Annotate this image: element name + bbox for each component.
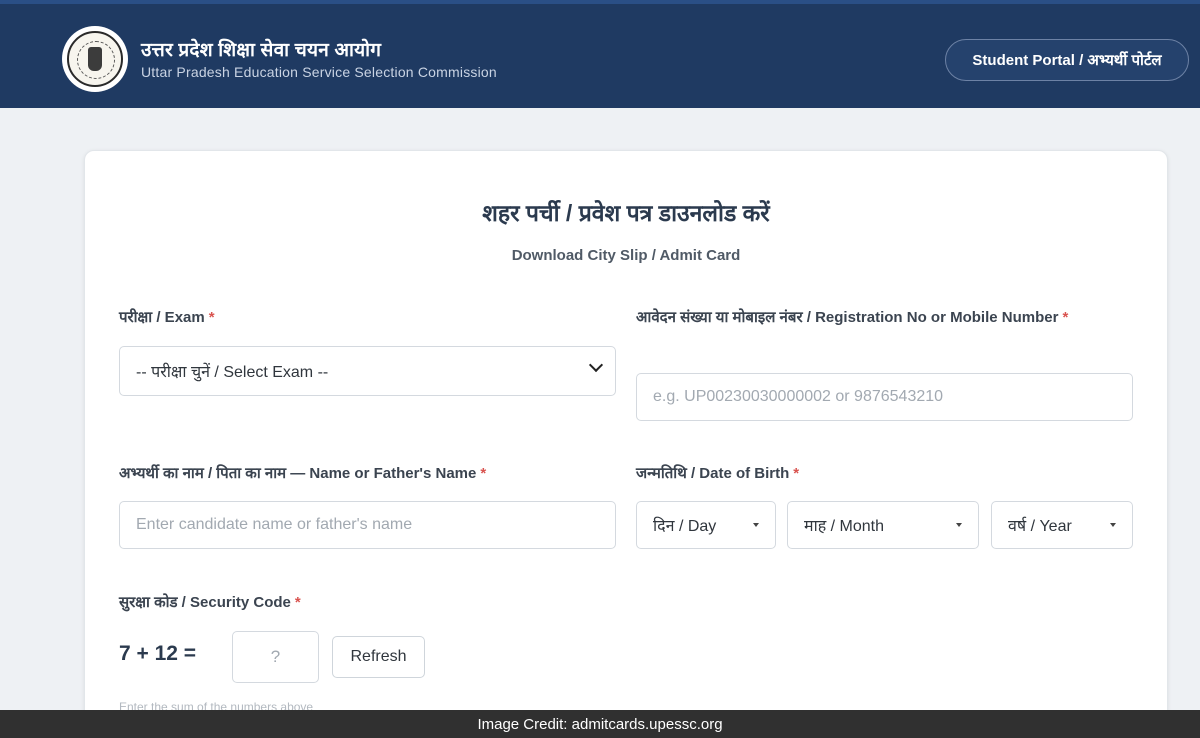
captcha-placeholder: ? <box>270 647 281 666</box>
dob-label-text: जन्मतिथि / Date of Birth <box>636 465 790 482</box>
caret-down-icon <box>956 523 962 527</box>
caret-down-icon <box>753 523 759 527</box>
emblem-icon <box>67 31 123 87</box>
dob-year-value: वर्ष / Year <box>1008 518 1072 535</box>
exam-label: परीक्षा / Exam * <box>119 305 215 331</box>
required-mark: * <box>793 465 800 482</box>
required-mark: * <box>1062 309 1069 326</box>
form-title-english: Download City Slip / Admit Card <box>511 247 741 264</box>
dob-day-select[interactable]: दिन / Day <box>636 501 776 549</box>
refresh-captcha-button[interactable]: Refresh <box>332 636 425 678</box>
site-header: उत्तर प्रदेश शिक्षा सेवा चयन आयोग Uttar … <box>0 0 1200 108</box>
name-placeholder: Enter candidate name or father's name <box>136 516 413 533</box>
org-name-english: Uttar Pradesh Education Service Selectio… <box>141 64 497 80</box>
dob-month-select[interactable]: माह / Month <box>787 501 979 549</box>
dob-month-value: माह / Month <box>804 518 885 535</box>
exam-label-text: परीक्षा / Exam <box>119 309 205 326</box>
captcha-question: 7 + 12 = <box>119 642 197 665</box>
required-mark: * <box>480 465 487 482</box>
dob-day-value: दिन / Day <box>653 518 717 535</box>
name-label: अभ्यर्थी का नाम / पिता का नाम — Name or … <box>119 461 486 487</box>
caret-down-icon <box>1110 523 1116 527</box>
required-mark: * <box>208 309 215 326</box>
state-emblem-logo[interactable] <box>62 26 128 92</box>
registration-input[interactable]: e.g. UP00230030000002 or 9876543210 <box>636 373 1133 421</box>
org-name-hindi: उत्तर प्रदेश शिक्षा सेवा चयन आयोग <box>141 40 382 61</box>
registration-placeholder: e.g. UP00230030000002 or 9876543210 <box>653 388 944 405</box>
security-label: सुरक्षा कोड / Security Code * <box>119 590 301 616</box>
chevron-down-icon <box>588 357 604 373</box>
form-title-hindi: शहर पर्ची / प्रवेश पत्र डाउनलोड करें <box>482 200 770 226</box>
required-mark: * <box>294 594 301 611</box>
registration-label-text: आवेदन संख्या या मोबाइल नंबर / Registrati… <box>636 309 1059 326</box>
security-label-text: सुरक्षा कोड / Security Code <box>119 594 291 611</box>
dob-year-select[interactable]: वर्ष / Year <box>991 501 1133 549</box>
registration-label: आवेदन संख्या या मोबाइल नंबर / Registrati… <box>636 305 1106 331</box>
exam-select-value: -- परीक्षा चुनें / Select Exam -- <box>136 364 329 381</box>
dob-label: जन्मतिथि / Date of Birth * <box>636 461 799 487</box>
name-label-text: अभ्यर्थी का नाम / पिता का नाम — Name or … <box>119 465 477 482</box>
name-input[interactable]: Enter candidate name or father's name <box>119 501 616 549</box>
captcha-answer-input[interactable]: ? <box>232 631 319 683</box>
student-portal-button[interactable]: Student Portal / अभ्यर्थी पोर्टल <box>945 39 1189 81</box>
image-credit-bar: Image Credit: admitcards.upessc.org <box>0 710 1200 738</box>
exam-select[interactable]: -- परीक्षा चुनें / Select Exam -- <box>119 346 616 396</box>
